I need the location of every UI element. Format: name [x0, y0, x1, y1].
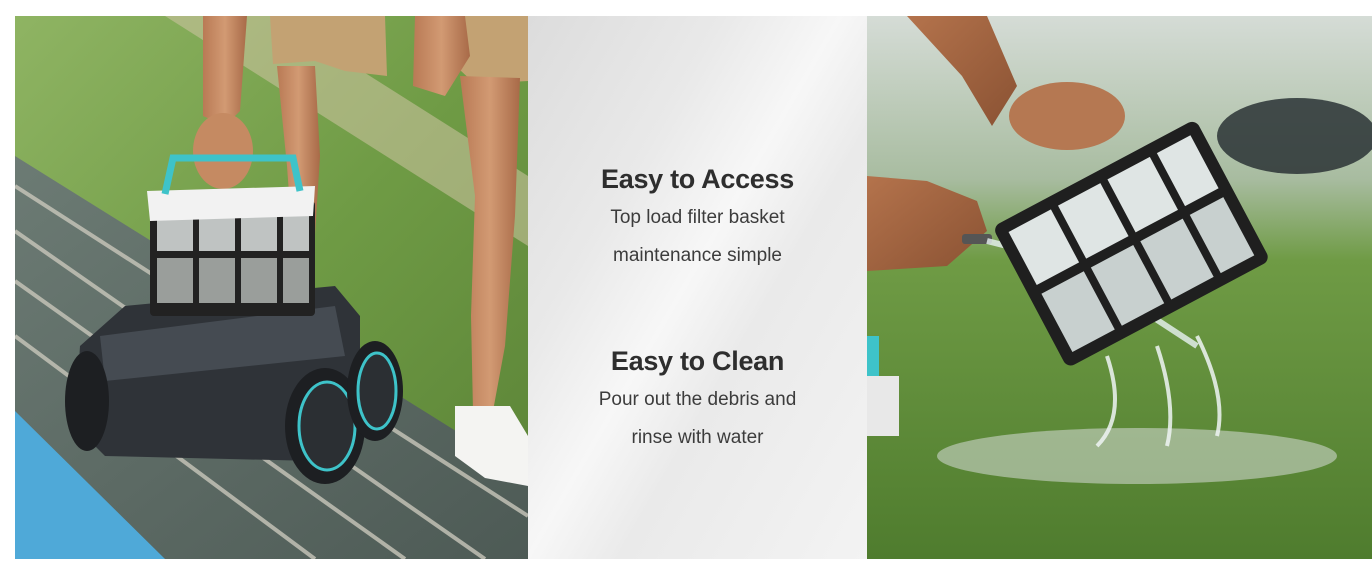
photo-rinsing-filter-basket — [867, 16, 1372, 559]
feature-description: Pour out the debris and rinse with water — [598, 389, 797, 448]
feature-easy-clean: Easy to Clean Pour out the debris and ri… — [528, 346, 867, 457]
features-panel: Easy to Access Top load filter basket ma… — [528, 16, 867, 559]
feature-title: Easy to Access — [601, 164, 794, 194]
feature-title: Easy to Clean — [610, 346, 785, 376]
feature-easy-access: Easy to Access Top load filter basket ma… — [528, 164, 867, 275]
product-banner: Easy to Access Top load filter basket ma… — [0, 0, 1372, 573]
feature-description: Top load filter basket maintenance simpl… — [610, 207, 785, 266]
filter-rinse-photo — [867, 16, 1372, 559]
robot-cleaner-photo — [15, 16, 528, 559]
photo-lifting-filter-basket — [15, 16, 528, 559]
